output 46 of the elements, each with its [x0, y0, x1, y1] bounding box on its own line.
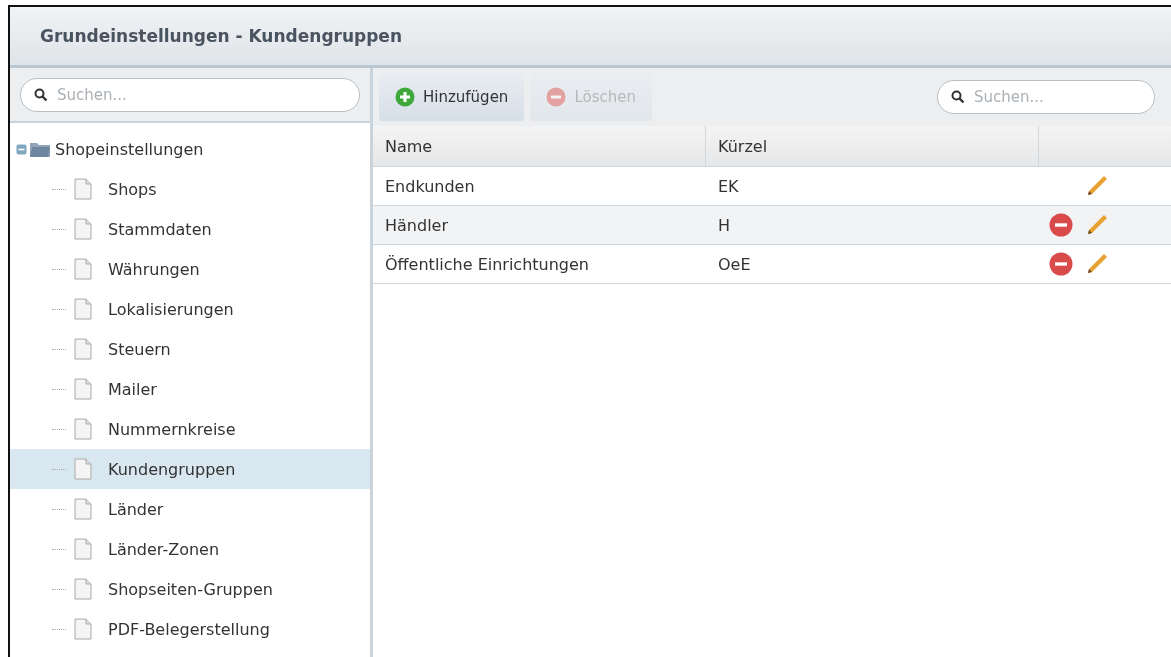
table-cell-text: H	[717, 214, 732, 237]
pencil-icon[interactable]	[1085, 174, 1109, 198]
document-icon	[74, 618, 92, 640]
document-icon	[74, 578, 92, 600]
search-field[interactable]: Suchen...	[20, 78, 360, 112]
table-cell-text: EK	[717, 175, 740, 198]
window-title: Grundeinstellungen - Kundengruppen	[40, 26, 402, 46]
column-header[interactable]: Kürzel	[706, 126, 1039, 166]
document-icon	[74, 458, 92, 480]
tree-item[interactable]: Mailer	[10, 369, 370, 409]
plus-icon	[395, 87, 415, 107]
document-icon	[74, 298, 92, 320]
tree-item[interactable]: Kundengruppen	[10, 449, 370, 489]
tree-item[interactable]: Länder	[10, 489, 370, 529]
tree-item[interactable]: Shopeinstellungen	[55, 139, 204, 159]
tree-item[interactable]: Shopseiten-Gruppen	[10, 569, 370, 609]
delete-icon[interactable]	[1049, 252, 1073, 276]
tree-item[interactable]: Währungen	[10, 249, 370, 289]
column-header[interactable]: Name	[373, 126, 706, 166]
tree-item[interactable]: Lokalisierungen	[10, 289, 370, 329]
document-icon	[74, 178, 92, 200]
collapse-icon[interactable]	[16, 143, 27, 155]
delete-icon[interactable]	[1049, 213, 1073, 237]
table-cell-text: Endkunden	[384, 175, 476, 198]
tree-item[interactable]: PDF-Belegerstellung	[10, 609, 370, 649]
document-icon	[74, 418, 92, 440]
tree-item[interactable]: Länder-Zonen	[10, 529, 370, 569]
document-icon	[74, 498, 92, 520]
document-icon	[74, 258, 92, 280]
document-icon	[74, 338, 92, 360]
tree-item[interactable]: Steuern	[10, 329, 370, 369]
table-cell-text: OeE	[717, 253, 752, 276]
folder-icon	[29, 140, 51, 158]
tree-item[interactable]: Nummernkreise	[10, 409, 370, 449]
tree-item[interactable]: Stammdaten	[10, 209, 370, 249]
search-field[interactable]: Suchen...	[937, 80, 1155, 114]
table-cell-text: Händler	[384, 214, 449, 237]
add-button[interactable]: Hinzufügen	[379, 73, 525, 121]
minus-icon	[546, 87, 567, 107]
document-icon	[74, 378, 92, 400]
pencil-icon[interactable]	[1085, 252, 1109, 276]
pencil-icon[interactable]	[1085, 213, 1109, 237]
table-cell-text: Öffentliche Einrichtungen	[384, 253, 590, 276]
tree-item[interactable]: Shops	[10, 169, 370, 209]
document-icon	[74, 218, 92, 240]
document-icon	[74, 538, 92, 560]
